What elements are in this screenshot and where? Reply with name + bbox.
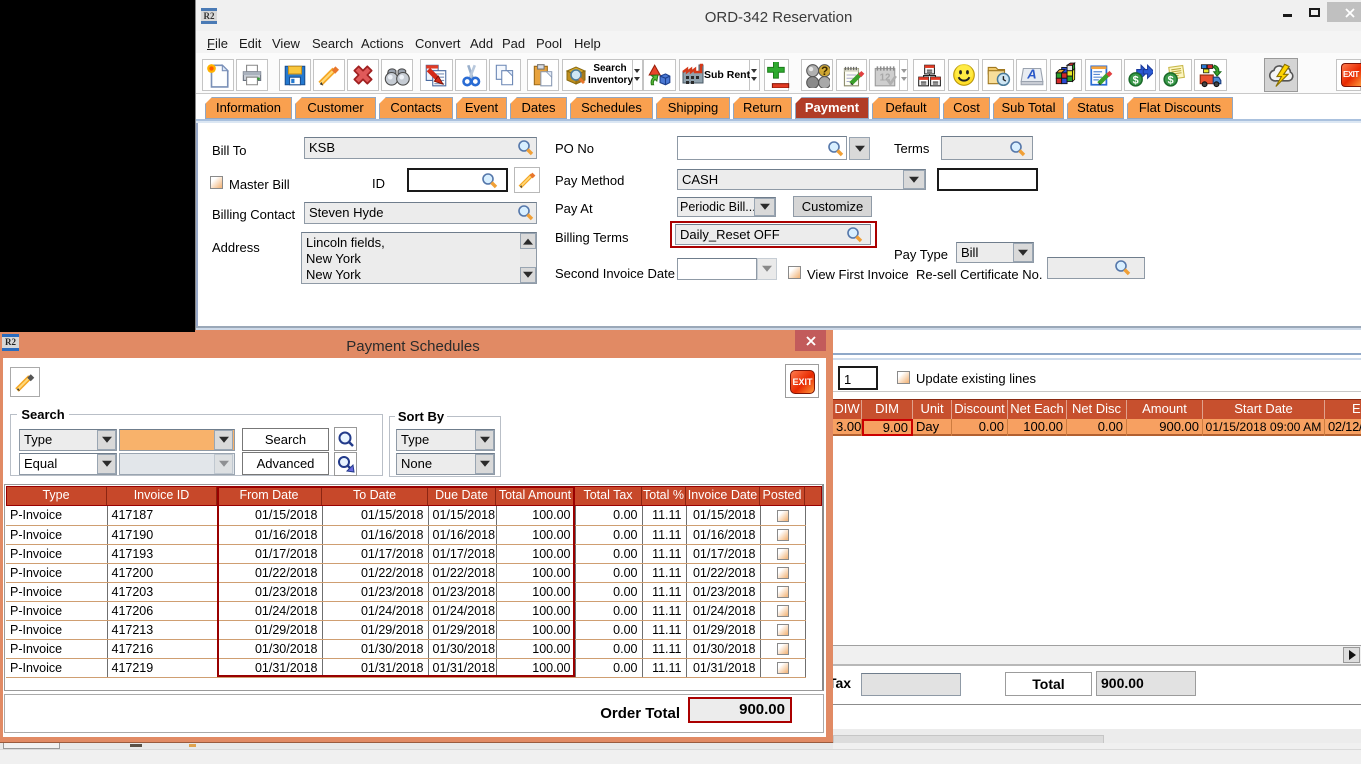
svg-text:?: ? — [821, 64, 828, 78]
svg-text:$: $ — [1133, 75, 1139, 87]
svg-text:$: $ — [1168, 75, 1174, 87]
svg-text:A: A — [1026, 66, 1036, 81]
